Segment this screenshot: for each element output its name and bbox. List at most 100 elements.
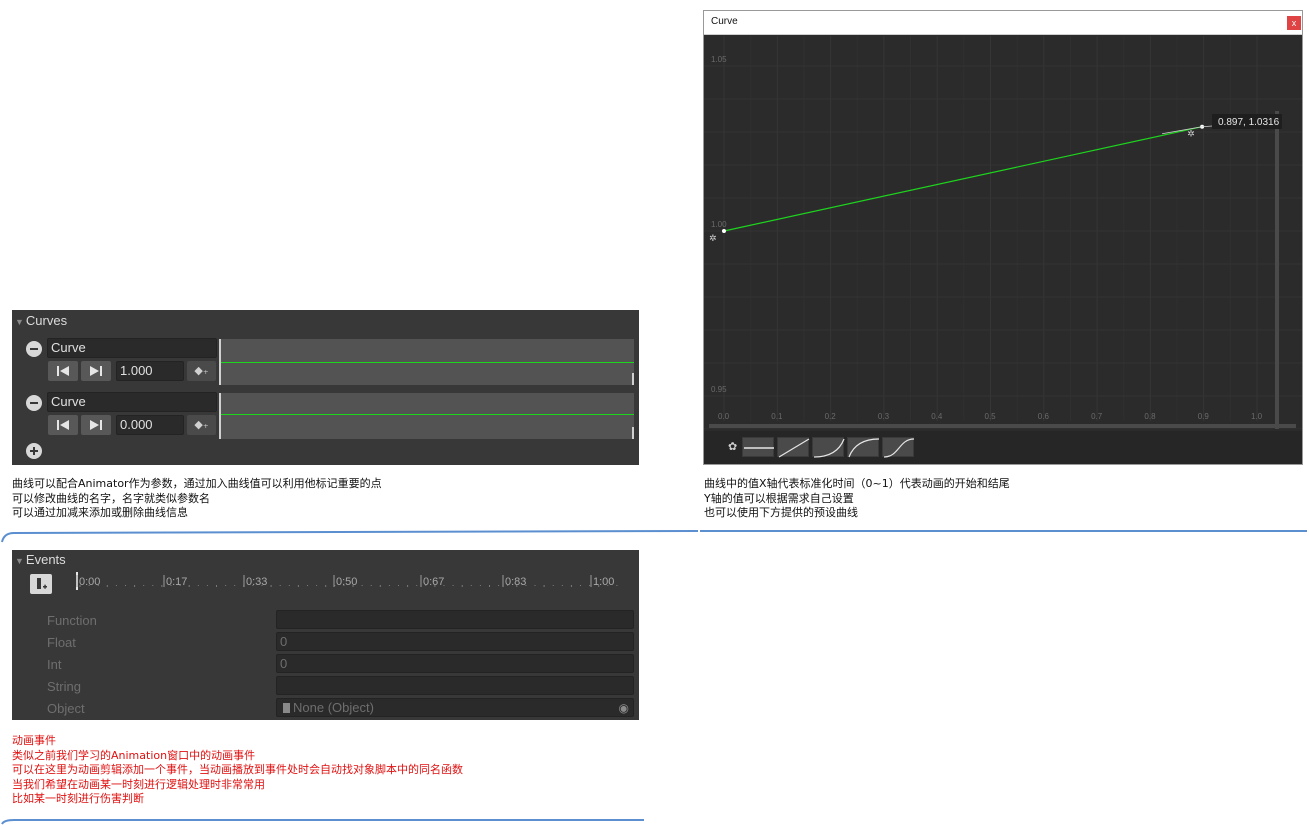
curve-preview-line bbox=[221, 362, 634, 363]
separator-line bbox=[1, 819, 644, 825]
float-field[interactable]: 0 bbox=[276, 632, 634, 651]
x-tick-label: 0.7 bbox=[1091, 412, 1103, 421]
preset-gear-icon[interactable]: ✿ bbox=[728, 440, 737, 453]
curve-row: Curve 1.000 ◆₊ bbox=[12, 338, 639, 386]
events-panel: ▼ Events 0:00 0:17 0:33 0:50 0:67 0:83 1:… bbox=[12, 550, 639, 720]
float-label: Float bbox=[47, 635, 76, 650]
key-tangent-gear-icon: ✲ bbox=[709, 233, 717, 243]
curve-value-field[interactable]: 1.000 bbox=[116, 361, 184, 381]
curve-name-field[interactable]: Curve bbox=[47, 392, 217, 412]
key-tangent-handle bbox=[1162, 126, 1203, 135]
next-key-button[interactable] bbox=[81, 415, 111, 435]
remove-curve-minus-icon[interactable] bbox=[26, 341, 42, 357]
note-line: 比如某一时刻进行伤害判断 bbox=[12, 792, 144, 805]
note-line: 可以通过加减来添加或删除曲线信息 bbox=[12, 506, 188, 519]
curve-window-notes: 曲线中的值X轴代表标准化时间（0~1）代表动画的开始和结尾 Y轴的值可以根据需求… bbox=[704, 477, 1010, 521]
previous-key-icon bbox=[57, 366, 69, 376]
curves-panel: ▼ Curves Curve 1.000 ◆₊ Curve 0.000 ◆₊ bbox=[12, 310, 639, 465]
previous-key-button[interactable] bbox=[48, 415, 78, 435]
add-event-icon bbox=[37, 578, 47, 589]
note-line: 动画事件 bbox=[12, 734, 56, 747]
event-timeline[interactable]: 0:00 0:17 0:33 0:50 0:67 0:83 1:00 bbox=[76, 570, 626, 594]
curves-title: Curves bbox=[25, 313, 68, 328]
note-line: Y轴的值可以根据需求自己设置 bbox=[704, 491, 854, 505]
curve-key-point bbox=[722, 229, 726, 233]
preset-linear-curve-icon bbox=[778, 438, 810, 458]
note-line: 当我们希望在动画某一时刻进行逻辑处理时非常常用 bbox=[12, 777, 265, 791]
preset-ease-out-curve-icon bbox=[848, 438, 880, 458]
foldout-triangle-icon[interactable]: ▼ bbox=[15, 556, 24, 566]
separator-line bbox=[1, 530, 699, 543]
preset-ease-out[interactable] bbox=[847, 437, 880, 458]
separator-line bbox=[700, 530, 1307, 532]
events-header[interactable]: ▼ Events bbox=[12, 550, 639, 570]
curves-header[interactable]: ▼ Curves bbox=[12, 310, 639, 332]
curve-series-line bbox=[723, 126, 1203, 232]
x-tick-label: 0.6 bbox=[1038, 412, 1050, 421]
function-label: Function bbox=[47, 613, 97, 628]
object-picker-target-icon[interactable]: ◉ bbox=[619, 700, 629, 717]
next-key-button[interactable] bbox=[81, 361, 111, 381]
x-tick-label: 0.5 bbox=[985, 412, 997, 421]
curve-window-titlebar[interactable]: Curve x bbox=[704, 11, 1302, 35]
timeline-label: 0:83 bbox=[505, 576, 527, 588]
string-label: String bbox=[47, 679, 81, 694]
preset-ease-in-curve-icon bbox=[813, 438, 845, 458]
x-tick-label: 0.2 bbox=[825, 412, 837, 421]
preset-ease-in-out[interactable] bbox=[882, 437, 915, 458]
y-tick-label: 1.00 bbox=[711, 220, 727, 229]
curve-preview[interactable] bbox=[219, 393, 634, 439]
curve-preview-line bbox=[221, 414, 634, 415]
key-readout-group: 0.897, 1.0316 bbox=[1212, 114, 1282, 129]
timeline-label: 1:00 bbox=[593, 576, 615, 588]
add-curve-plus-icon[interactable] bbox=[26, 443, 42, 459]
note-line: 可以在这里为动画剪辑添加一个事件，当动画播放到事件处时会自动找对象脚本中的同名函… bbox=[12, 763, 463, 776]
preset-flat-curve-icon bbox=[744, 447, 774, 449]
function-field[interactable] bbox=[276, 610, 634, 629]
preset-linear[interactable] bbox=[777, 437, 810, 458]
previous-key-button[interactable] bbox=[48, 361, 78, 381]
object-label: Object bbox=[47, 701, 85, 716]
x-tick-label: 0.1 bbox=[771, 412, 783, 421]
events-notes: 动画事件 类似之前我们学习的Animation窗口中的动画事件 可以在这里为动画… bbox=[12, 734, 463, 807]
int-label: Int bbox=[47, 657, 62, 672]
note-line: 类似之前我们学习的Animation窗口中的动画事件 bbox=[12, 748, 256, 762]
x-tick-label: 0.0 bbox=[718, 412, 730, 421]
next-key-icon bbox=[90, 420, 102, 430]
timeline-label: 0:00 bbox=[79, 576, 101, 588]
foldout-triangle-icon[interactable]: ▼ bbox=[15, 317, 24, 327]
curve-preview[interactable] bbox=[219, 339, 634, 385]
curve-presets-bar: ✿ bbox=[704, 431, 1302, 464]
timeline-label: 0:17 bbox=[166, 576, 188, 588]
string-field[interactable] bbox=[276, 676, 634, 695]
y-tick-label: 0.95 bbox=[711, 385, 727, 394]
curve-graph[interactable]: 1.05 1.00 0.95 0.0 0.1 0.2 0.3 0.4 0.5 0.6 0.7 0.8 0… bbox=[704, 36, 1302, 429]
object-file-icon bbox=[283, 703, 290, 713]
x-tick-label: 1.0 bbox=[1251, 412, 1263, 421]
previous-key-icon bbox=[57, 420, 69, 430]
note-line: 也可以使用下方提供的预设曲线 bbox=[704, 506, 858, 519]
add-event-button[interactable] bbox=[30, 574, 52, 594]
curve-name-field[interactable]: Curve bbox=[47, 338, 217, 358]
x-tick-label: 0.8 bbox=[1144, 412, 1156, 421]
curve-row: Curve 0.000 ◆₊ bbox=[12, 392, 639, 440]
timeline-label: 0:50 bbox=[336, 576, 358, 588]
preset-linear-flat[interactable] bbox=[742, 437, 774, 457]
int-field[interactable]: 0 bbox=[276, 654, 634, 673]
preset-ease-in-out-curve-icon bbox=[883, 438, 915, 458]
object-field[interactable]: None (Object) ◉ bbox=[276, 698, 634, 717]
curves-notes: 曲线可以配合Animator作为参数，通过加入曲线值可以利用他标记重要的点 可以… bbox=[12, 477, 382, 521]
note-line: 曲线可以配合Animator作为参数，通过加入曲线值可以利用他标记重要的点 bbox=[12, 477, 382, 490]
curve-value-field[interactable]: 0.000 bbox=[116, 415, 184, 435]
curve-window-title: Curve bbox=[711, 16, 738, 27]
next-key-icon bbox=[90, 366, 102, 376]
timeline-label: 0:33 bbox=[246, 576, 268, 588]
close-icon[interactable]: x bbox=[1287, 16, 1301, 30]
add-key-button[interactable]: ◆₊ bbox=[187, 361, 216, 381]
preset-ease-in[interactable] bbox=[812, 437, 845, 458]
remove-curve-minus-icon[interactable] bbox=[26, 395, 42, 411]
curve-preview-end-marker bbox=[632, 373, 634, 385]
add-key-button[interactable]: ◆₊ bbox=[187, 415, 216, 435]
note-line: 曲线中的值X轴代表标准化时间（0~1）代表动画的开始和结尾 bbox=[704, 477, 1010, 490]
key-tangent-gear-icon: ✲ bbox=[1187, 129, 1195, 139]
